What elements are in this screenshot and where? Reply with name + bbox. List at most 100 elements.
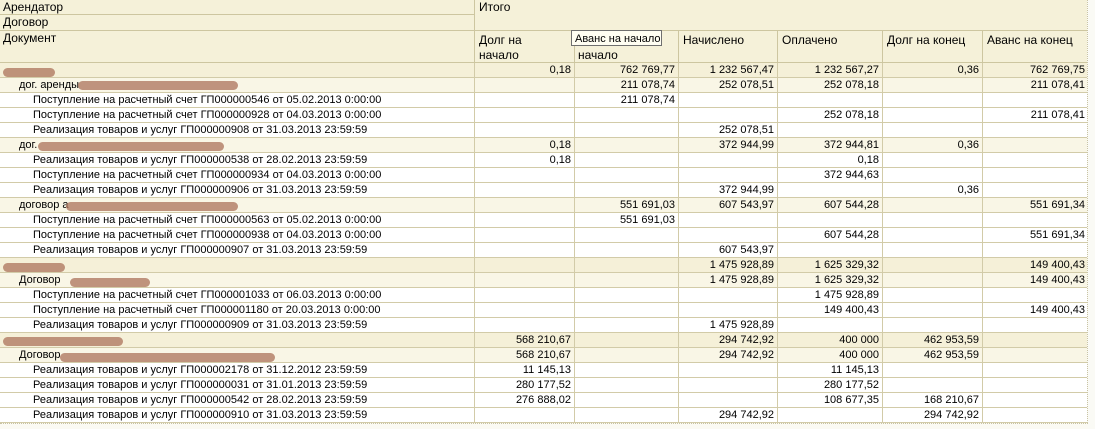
horizontal-scrollbar[interactable] bbox=[0, 423, 1088, 429]
document-row[interactable]: Реализация товаров и услуг ГП000000906 о… bbox=[0, 183, 1088, 198]
cell-paid bbox=[777, 408, 882, 422]
cell-advance-end bbox=[982, 213, 1088, 227]
cell-debt-end bbox=[882, 228, 982, 242]
header-advance-end[interactable]: Аванс на конец bbox=[984, 33, 1088, 48]
row-label bbox=[3, 258, 474, 272]
document-row[interactable]: Реализация товаров и услуг ГП000000909 о… bbox=[0, 318, 1088, 333]
tenant-row[interactable]: 0,18 762 769,77 1 232 567,47 1 232 567,27 0,… bbox=[0, 63, 1088, 78]
cell-debt-start bbox=[474, 318, 574, 332]
contract-row[interactable]: Договор 1 475 928,89 1 625 329,32 149 400,4… bbox=[0, 273, 1088, 288]
cell-paid bbox=[777, 93, 882, 107]
header-separator bbox=[678, 30, 679, 63]
cell-accrued bbox=[678, 168, 777, 182]
cell-advance-end bbox=[982, 318, 1088, 332]
document-row[interactable]: Поступление на расчетный счет ГП00000118… bbox=[0, 303, 1088, 318]
document-row[interactable]: Поступление на расчетный счет ГП00000103… bbox=[0, 288, 1088, 303]
cell-debt-end: 462 953,59 bbox=[882, 333, 982, 347]
cell-advance-start bbox=[574, 288, 678, 302]
header-separator bbox=[777, 30, 778, 63]
cell-debt-end: 0,36 bbox=[882, 63, 982, 77]
cell-accrued bbox=[678, 363, 777, 377]
row-label: Реализация товаров и услуг ГП000000910 о… bbox=[33, 409, 368, 421]
cell-paid bbox=[777, 243, 882, 257]
redaction-mark bbox=[3, 263, 65, 272]
cell-debt-start bbox=[474, 243, 574, 257]
header-total[interactable]: Итого bbox=[476, 0, 576, 15]
header-tenant[interactable]: Арендатор bbox=[0, 0, 474, 15]
cell-advance-end bbox=[982, 348, 1088, 362]
cell-advance-start bbox=[574, 273, 678, 287]
redaction-mark bbox=[70, 278, 150, 287]
cell-debt-start bbox=[474, 108, 574, 122]
document-row[interactable]: Реализация товаров и услуг ГП000000538 о… bbox=[0, 153, 1088, 168]
cell-advance-start bbox=[574, 243, 678, 257]
cell-paid: 607 544,28 bbox=[777, 198, 882, 212]
document-row[interactable]: Поступление на расчетный счет ГП00000093… bbox=[0, 228, 1088, 243]
cell-advance-start bbox=[574, 363, 678, 377]
header-debt-start[interactable]: Долг на начало bbox=[476, 33, 574, 63]
cell-advance-start bbox=[574, 138, 678, 152]
cell-debt-start bbox=[474, 288, 574, 302]
header-advance-start[interactable]: начало bbox=[575, 48, 678, 63]
cell-advance-end bbox=[982, 408, 1088, 422]
header-paid[interactable]: Оплачено bbox=[779, 33, 880, 48]
column-tooltip: Аванс на начало bbox=[571, 30, 662, 46]
row-label: Поступление на расчетный счет ГП00000093… bbox=[33, 229, 382, 241]
cell-advance-end bbox=[982, 138, 1088, 152]
cell-debt-end: 462 953,59 bbox=[882, 348, 982, 362]
cell-paid: 607 544,28 bbox=[777, 228, 882, 242]
tenant-row[interactable]: 568 210,67 294 742,92 400 000 462 953,59 bbox=[0, 333, 1088, 348]
vertical-scrollbar[interactable] bbox=[1087, 0, 1095, 429]
cell-advance-end bbox=[982, 243, 1088, 257]
document-row[interactable]: Реализация товаров и услуг ГП000000542 о… bbox=[0, 393, 1088, 408]
cell-debt-start bbox=[474, 78, 574, 92]
row-label: Реализация товаров и услуг ГП000000908 о… bbox=[33, 124, 368, 136]
cell-debt-end bbox=[882, 243, 982, 257]
cell-advance-start bbox=[574, 123, 678, 137]
document-row[interactable]: Поступление на расчетный счет ГП00000092… bbox=[0, 108, 1088, 123]
cell-debt-start: 568 210,67 bbox=[474, 348, 574, 362]
cell-advance-start: 211 078,74 bbox=[574, 93, 678, 107]
cell-debt-start bbox=[474, 168, 574, 182]
document-row[interactable]: Реализация товаров и услуг ГП000002178 о… bbox=[0, 363, 1088, 378]
cell-accrued bbox=[678, 93, 777, 107]
row-label: Поступление на расчетный счет ГП00000056… bbox=[33, 214, 382, 226]
cell-advance-start bbox=[574, 108, 678, 122]
document-row[interactable]: Реализация товаров и услуг ГП000000910 о… bbox=[0, 408, 1088, 423]
cell-debt-end bbox=[882, 78, 982, 92]
document-row[interactable]: Реализация товаров и услуг ГП000000031 о… bbox=[0, 378, 1088, 393]
cell-debt-end bbox=[882, 198, 982, 212]
document-row[interactable]: Поступление на расчетный счет ГП00000093… bbox=[0, 168, 1088, 183]
header-document[interactable]: Документ bbox=[0, 31, 474, 46]
cell-advance-start: 211 078,74 bbox=[574, 78, 678, 92]
cell-advance-end bbox=[982, 333, 1088, 347]
cell-advance-end: 149 400,43 bbox=[982, 273, 1088, 287]
document-row[interactable]: Реализация товаров и услуг ГП000000907 о… bbox=[0, 243, 1088, 258]
cell-advance-end bbox=[982, 93, 1088, 107]
cell-advance-end bbox=[982, 123, 1088, 137]
cell-accrued: 294 742,92 bbox=[678, 348, 777, 362]
cell-debt-start bbox=[474, 258, 574, 272]
document-row[interactable]: Поступление на расчетный счет ГП00000056… bbox=[0, 213, 1088, 228]
redaction-mark bbox=[66, 202, 238, 211]
row-label bbox=[3, 63, 474, 77]
cell-advance-end: 149 400,43 bbox=[982, 303, 1088, 317]
cell-debt-start: 0,18 bbox=[474, 63, 574, 77]
cell-debt-end bbox=[882, 93, 982, 107]
cell-debt-end bbox=[882, 363, 982, 377]
header-accrued[interactable]: Начислено bbox=[680, 33, 776, 48]
row-label: Реализация товаров и услуг ГП000000909 о… bbox=[33, 319, 368, 331]
cell-debt-end bbox=[882, 378, 982, 392]
cell-paid bbox=[777, 123, 882, 137]
document-row[interactable]: Поступление на расчетный счет ГП00000054… bbox=[0, 93, 1088, 108]
document-row[interactable]: Реализация товаров и услуг ГП000000908 о… bbox=[0, 123, 1088, 138]
tenant-row[interactable]: 1 475 928,89 1 625 329,32 149 400,43 bbox=[0, 258, 1088, 273]
cell-advance-end bbox=[982, 288, 1088, 302]
cell-debt-end bbox=[882, 258, 982, 272]
header-debt-end[interactable]: Долг на конец bbox=[884, 33, 983, 48]
row-label: Поступление на расчетный счет ГП00000054… bbox=[33, 94, 382, 106]
header-contract[interactable]: Договор bbox=[0, 15, 474, 30]
cell-advance-start bbox=[574, 228, 678, 242]
row-label: Поступление на расчетный счет ГП00000092… bbox=[33, 109, 382, 121]
redaction-mark bbox=[3, 337, 123, 346]
